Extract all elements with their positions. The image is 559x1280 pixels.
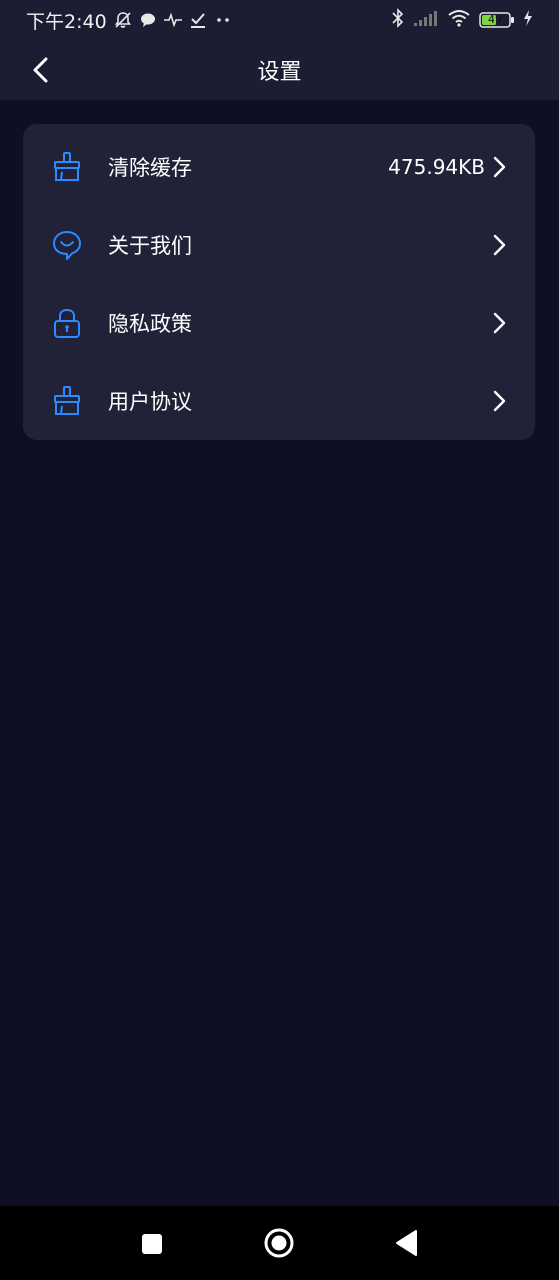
header: 设置 — [0, 40, 559, 100]
download-check-icon — [189, 11, 207, 29]
pulse-icon — [163, 12, 183, 28]
more-dots-icon — [213, 15, 233, 25]
square-icon — [142, 1234, 162, 1254]
settings-item-label: 用户协议 — [108, 390, 192, 414]
smile-chat-icon — [51, 229, 83, 261]
bluetooth-icon — [391, 8, 405, 32]
broom-icon — [51, 385, 83, 417]
settings-item-label: 隐私政策 — [108, 312, 192, 336]
status-left: 下午2:40 — [26, 7, 233, 34]
page-title: 设置 — [257, 60, 302, 85]
top-panel: 下午2:40 49 设置 — [0, 0, 559, 100]
settings-item-clear-cache[interactable]: 清除缓存 475.94KB — [23, 128, 535, 206]
chevron-right-icon — [491, 156, 507, 178]
status-time: 下午2:40 — [26, 10, 107, 33]
muted-bell-icon — [113, 10, 133, 30]
settings-item-about-us[interactable]: 关于我们 — [23, 206, 535, 284]
broom-icon — [51, 151, 83, 183]
settings-item-label: 清除缓存 — [108, 156, 192, 180]
triangle-back-icon — [396, 1230, 417, 1256]
battery-level: 49 — [488, 13, 502, 26]
settings-item-label: 关于我们 — [108, 234, 192, 258]
cache-size-value: 475.94KB — [388, 155, 485, 179]
settings-card: 清除缓存 475.94KB 关于我们 隐私政策 用户协议 — [23, 124, 535, 440]
status-right: 49 — [391, 8, 533, 32]
signal-icon — [413, 9, 439, 31]
chevron-right-icon — [491, 234, 507, 256]
back-button[interactable] — [20, 50, 60, 90]
chevron-right-icon — [491, 312, 507, 334]
charging-icon — [523, 9, 533, 31]
chat-bubble-icon — [139, 11, 157, 29]
settings-item-privacy-policy[interactable]: 隐私政策 — [23, 284, 535, 362]
circle-icon — [264, 1228, 294, 1258]
lock-icon — [51, 307, 83, 339]
back-nav-button[interactable] — [392, 1228, 420, 1258]
system-nav-bar — [0, 1206, 559, 1280]
chevron-right-icon — [491, 390, 507, 412]
settings-item-user-agreement[interactable]: 用户协议 — [23, 362, 535, 440]
status-bar: 下午2:40 49 — [0, 0, 559, 40]
settings-screen: 下午2:40 49 设置 清除缓存 475.94KB 关于我们 隐私政策 用户协… — [0, 0, 559, 1280]
home-button[interactable] — [262, 1226, 296, 1260]
recents-button[interactable] — [138, 1230, 166, 1258]
chevron-left-icon — [33, 57, 48, 83]
battery-icon: 49 — [479, 11, 515, 29]
wifi-icon — [447, 9, 471, 31]
